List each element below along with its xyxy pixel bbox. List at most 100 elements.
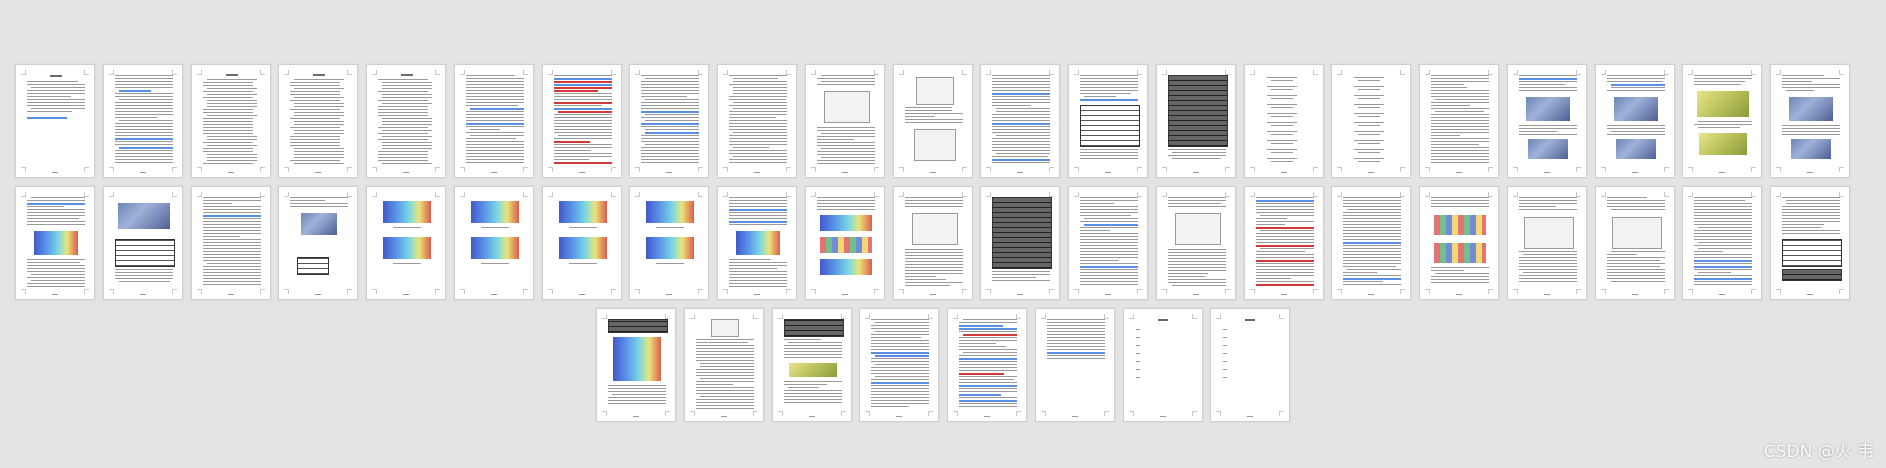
text-line [382,85,432,86]
page-thumbnail[interactable] [103,64,183,178]
page-thumbnail[interactable] [542,186,622,300]
crop-mark [698,167,703,172]
text-line [1694,281,1752,282]
page-thumbnail[interactable] [1507,64,1587,178]
page-thumbnail[interactable] [1156,64,1236,178]
crop-mark [962,289,967,294]
text-line [1047,322,1105,323]
text-line [959,331,1017,332]
page-thumbnail[interactable] [278,64,358,178]
page-thumbnail[interactable] [1210,308,1290,422]
text-line [294,148,344,149]
figure [1614,97,1658,121]
text-line [992,159,1050,161]
page-thumbnail[interactable] [1068,64,1148,178]
page-thumbnail[interactable] [1331,186,1411,300]
page-number [1368,294,1374,295]
text-line [1519,75,1577,76]
page-thumbnail[interactable] [772,308,852,422]
page-thumbnail[interactable] [1419,64,1499,178]
page-thumbnail[interactable] [629,186,709,300]
text-line [871,319,929,320]
page-thumbnail[interactable] [1035,308,1115,422]
page-thumbnail[interactable] [1770,64,1850,178]
text-line [1256,197,1314,198]
page-thumbnail[interactable] [805,186,885,300]
page-thumbnail[interactable] [191,186,271,300]
page-thumbnail[interactable] [1770,186,1850,300]
text-line [784,393,842,394]
page-thumbnail[interactable] [980,186,1060,300]
page-thumbnail[interactable] [1595,186,1675,300]
text-line [733,87,787,88]
text-line [996,135,1050,136]
text-line [729,120,787,121]
text-line [1782,75,1824,76]
text-line [1343,224,1401,225]
text-line [788,342,842,343]
page-thumbnail[interactable] [1419,186,1499,300]
page-thumbnail[interactable] [717,64,797,178]
page-thumbnail[interactable] [893,64,973,178]
page-thumbnail[interactable] [542,64,622,178]
page-thumbnail[interactable] [684,308,764,422]
text-line [393,227,421,228]
text-line [1256,236,1314,237]
text-line [696,390,754,391]
text-line [1084,224,1138,226]
page-thumbnail[interactable] [1682,64,1762,178]
page-thumbnail[interactable] [103,186,183,300]
page-thumbnail[interactable] [454,186,534,300]
text-line [729,197,787,198]
page-thumbnail[interactable] [947,308,1027,422]
page-thumbnail[interactable] [278,186,358,300]
page-thumbnail[interactable] [15,64,95,178]
text-line [817,154,875,155]
crop-mark [284,192,289,197]
text-line [1354,131,1384,132]
crop-mark [548,70,553,75]
page-thumbnail[interactable] [980,64,1060,178]
page-thumbnail[interactable] [629,64,709,178]
text-line [294,157,344,158]
page-thumbnail[interactable] [893,186,973,300]
text-line [1343,242,1401,244]
page-thumbnail[interactable] [15,186,95,300]
page-thumbnail[interactable] [1244,64,1324,178]
page-thumbnail[interactable] [1123,308,1203,422]
figure [646,237,694,259]
crop-mark [698,289,703,294]
text-line [992,150,1050,151]
page-thumbnail[interactable] [596,308,676,422]
text-line [203,133,253,134]
crop-mark [723,70,728,75]
page-thumbnail[interactable] [859,308,939,422]
data-table [1782,239,1842,267]
text-line [1343,239,1401,240]
page-thumbnail[interactable] [1507,186,1587,300]
text-line [1343,212,1401,213]
text-line [1047,352,1105,354]
text-line [992,277,1036,278]
text-line [1519,200,1577,201]
page-thumbnail[interactable] [191,64,271,178]
page-thumbnail[interactable] [366,186,446,300]
figure [646,201,694,223]
crop-mark [611,167,616,172]
page-thumbnail[interactable] [1156,186,1236,300]
page-thumbnail[interactable] [805,64,885,178]
page-thumbnail[interactable] [1244,186,1324,300]
page-thumbnail[interactable] [1331,64,1411,178]
page-thumbnail[interactable] [366,64,446,178]
page-thumbnail[interactable] [717,186,797,300]
text-line [27,271,85,272]
text-line [641,147,699,148]
text-line [1256,239,1314,240]
page-thumbnail[interactable] [1682,186,1762,300]
page-thumbnail[interactable] [454,64,534,178]
page-thumbnail[interactable] [1068,186,1148,300]
page-thumbnail[interactable] [1595,64,1675,178]
crop-mark [347,70,352,75]
text-line [1343,236,1401,237]
text-line [959,385,1017,387]
